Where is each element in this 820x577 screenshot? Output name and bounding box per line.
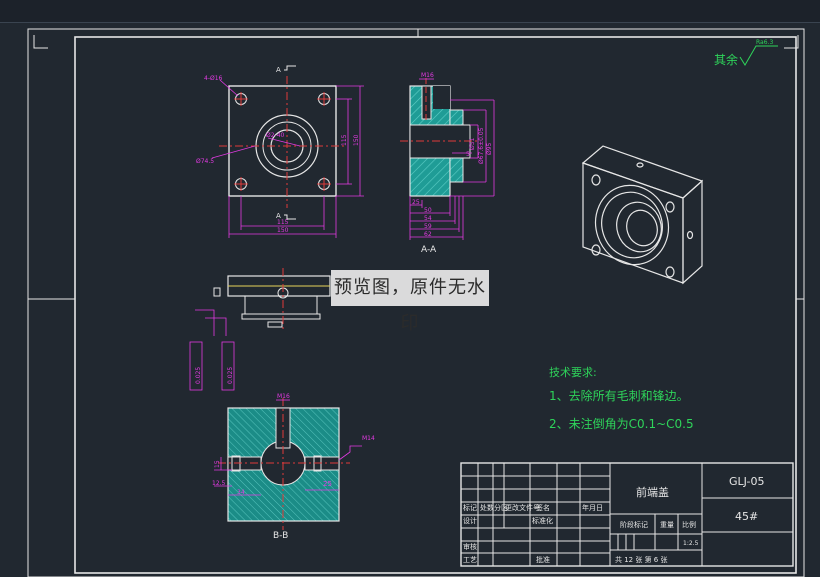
dim-34: 34 <box>237 489 245 496</box>
tb-scale-value: 1:2.5 <box>683 540 699 547</box>
outer-height-dim: 150 <box>353 134 360 146</box>
section-a-a-view: M16 Ø51 Ø67.6±0.05 Ø95 5 25 50 54 59 62 … <box>400 72 495 255</box>
holes-note: 4-Ø16 <box>204 75 223 82</box>
preview-watermark: 预览图，原件无水印 <box>331 270 489 334</box>
roughness-label: 其余 <box>714 52 738 67</box>
title-block-text: 标记 处数 分区 更改文件号 签名 年月日 设计 标准化 审核 工艺 批准 阶段… <box>463 475 764 564</box>
thread-right-bb: M14 <box>362 435 375 442</box>
tb-stage-mark: 阶段标记 <box>620 520 648 529</box>
tb-standardize: 标准化 <box>532 516 553 525</box>
tb-signature: 签名 <box>536 503 550 512</box>
dim-54: 54 <box>424 215 432 222</box>
technical-requirements: 技术要求: 1、去除所有毛刺和锋边。 2、未注倒角为C0.1~C0.5 <box>549 366 694 431</box>
outer-width-dim: 150 <box>277 227 289 234</box>
section-aa-title: A-A <box>421 245 437 255</box>
tb-weight: 重量 <box>660 521 674 529</box>
small-dim-5: 5 <box>466 151 470 158</box>
dim-59: 59 <box>424 223 432 230</box>
roughness-symbol: 其余 Ra6.3 <box>714 39 778 67</box>
top-view: 0.025 0.025 <box>189 268 331 391</box>
front-view: A A 4-Ø16 Ø2-40 Ø74.5 115 150 115 150 <box>196 65 364 238</box>
tb-review: 审核 <box>463 542 477 551</box>
section-mark-top: A <box>276 66 281 74</box>
dim-25-right: 25 <box>323 480 332 488</box>
tb-process: 工艺 <box>463 556 477 564</box>
tb-scale: 比例 <box>682 520 696 529</box>
tb-mark: 标记 <box>463 503 477 512</box>
dim-50: 50 <box>424 207 432 214</box>
thread-label-aa: M16 <box>421 72 434 79</box>
dim-15: 15 <box>214 460 221 468</box>
thread-top-bb: M16 <box>277 393 290 400</box>
tb-design: 设计 <box>463 516 477 525</box>
inner-height-dim: 115 <box>341 134 348 146</box>
dia-51: Ø51 <box>469 137 476 150</box>
section-bb-title: B-B <box>273 531 288 541</box>
tolerance-left: 0.025 <box>195 367 202 384</box>
tech-heading: 技术要求: <box>549 366 597 379</box>
tech-item-1: 1、去除所有毛刺和锋边。 <box>549 388 689 403</box>
dim-12-5: 12.5 <box>212 480 226 487</box>
dim-25: 25 <box>412 199 420 206</box>
dia-67: Ø67.6±0.05 <box>478 127 485 164</box>
tb-drawing-no: GLJ-05 <box>729 475 764 488</box>
tech-item-2: 2、未注倒角为C0.1~C0.5 <box>549 416 694 431</box>
tb-approve: 批准 <box>536 555 550 564</box>
outer-diameter-dim: Ø74.5 <box>196 158 214 165</box>
tb-part-name: 前端盖 <box>636 485 669 499</box>
inner-width-dim: 115 <box>277 219 289 226</box>
dim-62: 62 <box>424 231 432 238</box>
tb-change-doc: 更改文件号 <box>505 503 540 512</box>
isometric-view <box>581 145 704 285</box>
tb-count: 处数 <box>480 503 494 512</box>
tolerance-right: 0.025 <box>227 367 234 384</box>
tb-sheets: 共 12 张 第 6 张 <box>615 555 668 564</box>
tb-material: 45# <box>735 510 758 523</box>
roughness-value: Ra6.3 <box>756 39 773 46</box>
tb-date: 年月日 <box>582 503 603 512</box>
dia-95: Ø95 <box>486 142 493 155</box>
section-b-b-view: M16 M14 15 12.5 34 25 B-B <box>212 393 375 541</box>
inner-diameter-dim: Ø2-40 <box>266 132 285 139</box>
